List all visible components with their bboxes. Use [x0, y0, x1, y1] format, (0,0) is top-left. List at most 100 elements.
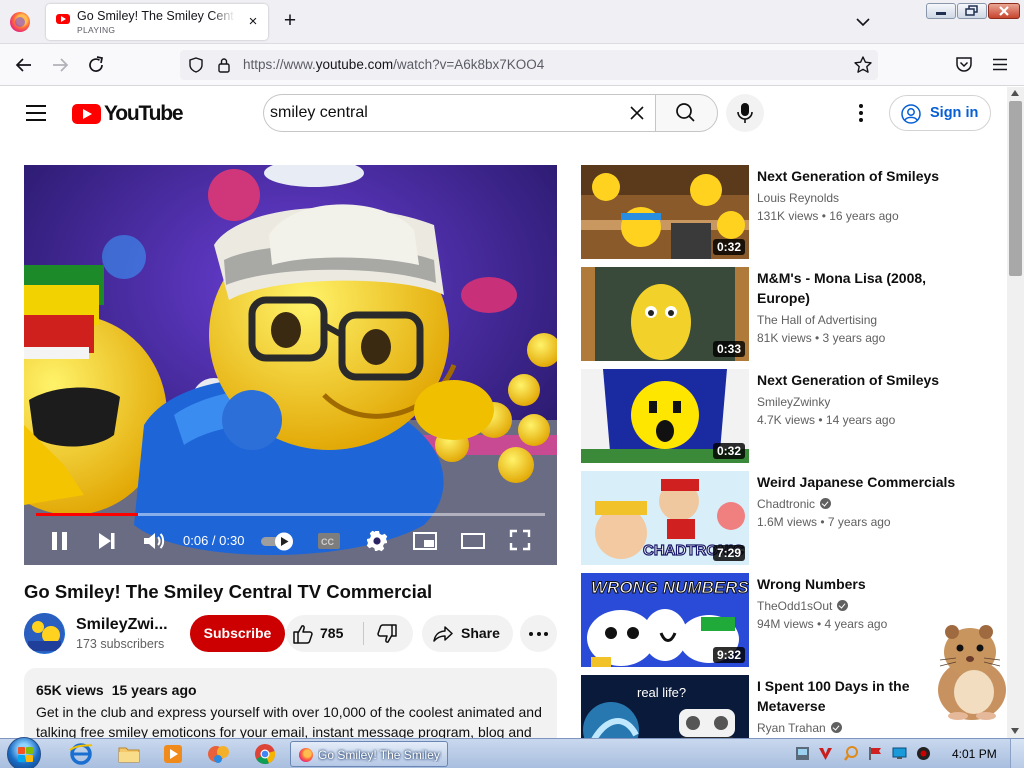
thumbnail-caption: real life? [637, 685, 686, 700]
taskbar-clock[interactable]: 4:01 PM [952, 747, 997, 761]
sign-in-label: Sign in [930, 105, 979, 121]
paint-app-icon[interactable] [206, 742, 232, 766]
file-explorer-icon[interactable] [116, 742, 142, 766]
firefox-icon [299, 748, 313, 762]
seek-bar[interactable] [36, 513, 545, 516]
windows-taskbar: Go Smiley! The Smiley Central TV Commerc… [0, 737, 1024, 768]
back-button[interactable] [12, 53, 36, 77]
new-tab-button[interactable]: + [280, 10, 300, 32]
hamburger-menu-icon[interactable] [991, 56, 1009, 73]
voice-search-button[interactable] [726, 94, 764, 132]
theater-icon [461, 533, 485, 549]
related-video-item[interactable]: CHADTRONIC 7:29 Weird Japanese Commercia… [581, 471, 981, 565]
settings-more-icon[interactable] [852, 102, 870, 124]
related-video-item[interactable]: 0:32 Next Generation of Smileys SmileyZw… [581, 369, 981, 463]
tracking-shield-icon[interactable] [189, 57, 203, 73]
search-input[interactable]: smiley central [263, 94, 655, 132]
view-count: 65K views [36, 682, 104, 698]
video-player[interactable]: 0:06 / 0:30 CC [24, 165, 557, 565]
channel-name[interactable]: SmileyZwi... [76, 616, 168, 634]
youtube-logo[interactable]: YouTube [72, 102, 184, 125]
tab-close-button[interactable]: × [244, 13, 262, 31]
search-query[interactable]: smiley central [270, 104, 368, 122]
search-tray-icon[interactable] [844, 746, 859, 761]
related-video-title: Next Generation of Smileys [757, 168, 940, 184]
seek-bar-played [36, 513, 138, 516]
video-thumbnail[interactable]: 0:32 [581, 369, 749, 463]
pause-button[interactable] [48, 531, 72, 551]
window-minimize-button[interactable] [926, 3, 956, 19]
svg-text:CC: CC [321, 537, 334, 547]
address-bar[interactable]: https://www.youtube.com/watch?v=A6k8bx7K… [180, 50, 878, 80]
reload-button[interactable] [84, 53, 108, 77]
browser-tab-active[interactable]: Go Smiley! The Smiley Central TV Commerc… [46, 4, 268, 40]
autoplay-toggle[interactable] [260, 531, 296, 551]
search-button[interactable] [655, 94, 718, 132]
hamster-desktop-pet-icon[interactable] [930, 612, 1007, 722]
flag-tray-icon[interactable] [868, 746, 883, 761]
theater-mode-button[interactable] [460, 532, 486, 550]
window-close-button[interactable] [988, 3, 1020, 19]
video-thumbnail[interactable]: WRONG NUMBERS 9:32 [581, 573, 749, 667]
scrollbar-thumb[interactable] [1009, 101, 1022, 276]
video-duration: 0:32 [712, 443, 745, 459]
related-video-title: Next Generation of Smileys [757, 372, 940, 388]
dislike-button[interactable] [364, 615, 413, 652]
lock-icon[interactable] [217, 57, 231, 73]
video-thumbnail[interactable]: 0:32 [581, 165, 749, 259]
antivirus-tray-icon[interactable] [818, 746, 833, 761]
subscriber-count: 173 subscribers [76, 637, 165, 651]
miniplayer-icon [413, 532, 437, 550]
next-button[interactable] [96, 531, 118, 551]
forward-button[interactable] [48, 53, 72, 77]
show-desktop-button[interactable] [1010, 739, 1024, 768]
autoplay-toggle-icon [261, 532, 293, 551]
like-count: 785 [320, 625, 344, 641]
related-video-item[interactable]: real life? I Spent 100 Days in the Metav… [581, 675, 981, 738]
start-button[interactable] [7, 737, 41, 768]
search-clear-button[interactable] [625, 101, 649, 125]
scroll-up-arrow-icon[interactable] [1011, 90, 1019, 96]
chevron-down-icon [856, 18, 870, 27]
video-duration: 0:33 [712, 341, 745, 357]
related-video-item[interactable]: 0:33 M&M's - Mona Lisa (2008, Europe) Th… [581, 267, 981, 361]
settings-button[interactable] [365, 529, 389, 553]
related-video-item[interactable]: WRONG NUMBERS 9:32 Wrong Numbers TheOdd1… [581, 573, 981, 667]
firefox-icon[interactable] [10, 12, 30, 32]
channel-avatar[interactable] [24, 613, 65, 654]
sign-in-button[interactable]: Sign in [889, 95, 991, 131]
like-button[interactable]: 785 [286, 615, 363, 652]
more-actions-button[interactable] [520, 615, 557, 652]
display-tray-icon[interactable] [892, 746, 907, 761]
description-box[interactable]: 65K views 15 years ago Get in the club an… [24, 668, 557, 738]
microphone-icon [737, 103, 753, 123]
internet-explorer-icon[interactable] [68, 742, 94, 766]
related-video-item[interactable]: 0:32 Next Generation of Smileys Louis Re… [581, 165, 981, 259]
window-restore-button[interactable] [957, 3, 987, 19]
share-button[interactable]: Share [422, 615, 513, 652]
taskbar-firefox-window[interactable]: Go Smiley! The Smiley Central TV Commerc… [290, 741, 448, 767]
subscribe-button[interactable]: Subscribe [190, 615, 285, 652]
search-icon [676, 103, 695, 122]
tab-title: Go Smiley! The Smiley Central TV Commerc… [77, 9, 235, 23]
list-all-tabs-button[interactable] [852, 12, 874, 32]
bookmark-star-icon[interactable] [853, 55, 873, 79]
pocket-icon[interactable] [955, 56, 973, 73]
network-tray-icon[interactable] [795, 746, 810, 761]
fullscreen-button[interactable] [509, 529, 531, 551]
mute-button[interactable] [142, 530, 166, 552]
guide-menu-icon[interactable] [26, 105, 46, 121]
scroll-down-arrow-icon[interactable] [1011, 728, 1019, 734]
volume-tray-icon[interactable] [916, 746, 931, 761]
page-scrollbar[interactable] [1007, 87, 1024, 738]
description-meta: 65K views 15 years ago [36, 682, 197, 698]
video-thumbnail[interactable]: 0:33 [581, 267, 749, 361]
url-text[interactable]: https://www.youtube.com/watch?v=A6k8bx7K… [243, 57, 544, 72]
miniplayer-button[interactable] [412, 531, 438, 551]
chrome-icon[interactable] [252, 742, 278, 766]
video-thumbnail[interactable]: CHADTRONIC 7:29 [581, 471, 749, 565]
media-player-icon[interactable] [160, 742, 186, 766]
subtitles-button[interactable]: CC [317, 532, 341, 550]
video-thumbnail[interactable]: real life? [581, 675, 749, 738]
restore-icon [965, 5, 978, 16]
